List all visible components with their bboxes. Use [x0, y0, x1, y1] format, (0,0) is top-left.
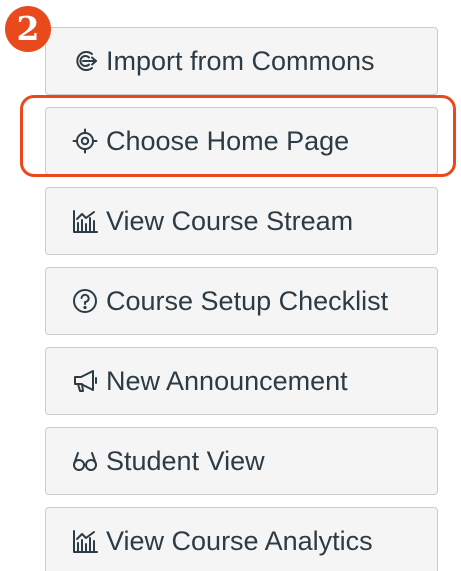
button-label: Student View — [106, 445, 265, 476]
choose-home-page-button[interactable]: Choose Home Page — [45, 107, 438, 175]
view-course-stream-button[interactable]: View Course Stream — [45, 187, 438, 255]
course-sidebar-panel: 2 Import from Commons Choose Home Page V… — [0, 0, 461, 571]
button-label: Choose Home Page — [106, 125, 350, 156]
target-icon — [70, 126, 100, 156]
new-announcement-button[interactable]: New Announcement — [45, 347, 438, 415]
student-view-button[interactable]: Student View — [45, 427, 438, 495]
course-setup-checklist-button[interactable]: Course Setup Checklist — [45, 267, 438, 335]
button-label: View Course Stream — [106, 205, 354, 236]
button-label: View Course Analytics — [106, 525, 373, 556]
view-course-analytics-button[interactable]: View Course Analytics — [45, 507, 438, 571]
button-label: New Announcement — [106, 365, 348, 396]
glasses-icon — [70, 446, 100, 476]
commons-import-icon — [70, 46, 100, 76]
button-label: Import from Commons — [106, 45, 375, 76]
question-circle-icon — [70, 286, 100, 316]
megaphone-icon — [70, 366, 100, 396]
import-from-commons-button[interactable]: Import from Commons — [45, 27, 438, 95]
analytics-chart-icon — [70, 526, 100, 556]
step-number-badge: 2 — [5, 6, 51, 52]
button-label: Course Setup Checklist — [106, 285, 389, 316]
stream-chart-icon — [70, 206, 100, 236]
